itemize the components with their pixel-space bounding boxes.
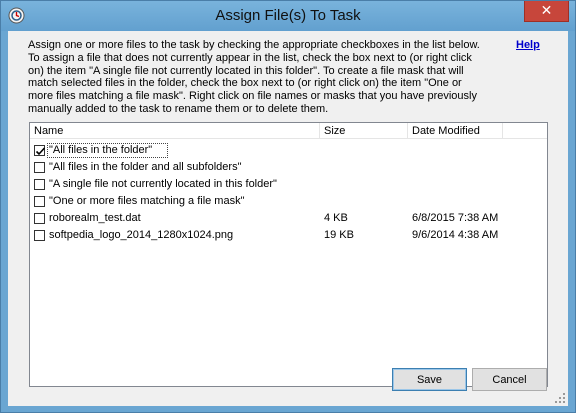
item-size: 4 KB <box>324 212 348 224</box>
save-button[interactable]: Save <box>392 368 467 391</box>
title-bar[interactable]: Assign File(s) To Task ✕ <box>1 1 575 31</box>
resize-grip-icon[interactable] <box>555 393 565 403</box>
file-list[interactable]: Name Size Date Modified "All files in th… <box>29 122 548 387</box>
item-name: "A single file not currently located in … <box>49 178 277 190</box>
list-item[interactable]: roborealm_test.dat 4 KB 6/8/2015 7:38 AM <box>30 210 547 227</box>
item-name: "All files in the folder" <box>49 144 153 156</box>
item-checkbox[interactable] <box>34 196 45 207</box>
item-checkbox[interactable] <box>34 162 45 173</box>
item-date: 9/6/2014 4:38 AM <box>412 229 499 241</box>
item-name: "All files in the folder and all subfold… <box>49 161 242 173</box>
list-item[interactable]: "One or more files matching a file mask" <box>30 193 547 210</box>
item-checkbox[interactable] <box>34 179 45 190</box>
checkmark-icon <box>35 147 46 156</box>
item-checkbox[interactable] <box>34 230 45 241</box>
list-item[interactable]: "All files in the folder" <box>30 142 547 159</box>
close-button[interactable]: ✕ <box>524 1 569 22</box>
help-link[interactable]: Help <box>516 39 540 51</box>
item-name: "One or more files matching a file mask" <box>49 195 245 207</box>
instructions-text: Assign one or more files to the task by … <box>28 39 480 115</box>
item-date: 6/8/2015 7:38 AM <box>412 212 499 224</box>
window-title: Assign File(s) To Task <box>215 7 361 24</box>
column-header-name[interactable]: Name <box>30 123 320 139</box>
item-checkbox[interactable] <box>34 213 45 224</box>
dialog-body: Assign one or more files to the task by … <box>8 31 568 406</box>
list-item[interactable]: softpedia_logo_2014_1280x1024.png 19 KB … <box>30 227 547 244</box>
item-size: 19 KB <box>324 229 354 241</box>
list-item[interactable]: "All files in the folder and all subfold… <box>30 159 547 176</box>
column-header-date-modified[interactable]: Date Modified <box>408 123 503 139</box>
dialog-window: Assign File(s) To Task ✕ Assign one or m… <box>0 0 576 413</box>
cancel-button[interactable]: Cancel <box>472 368 547 391</box>
close-icon: ✕ <box>540 2 553 18</box>
list-header: Name Size Date Modified <box>30 123 547 139</box>
item-checkbox[interactable] <box>34 145 46 156</box>
list-item[interactable]: "A single file not currently located in … <box>30 176 547 193</box>
item-name: roborealm_test.dat <box>49 212 141 224</box>
column-header-size[interactable]: Size <box>320 123 408 139</box>
item-name: softpedia_logo_2014_1280x1024.png <box>49 229 234 241</box>
